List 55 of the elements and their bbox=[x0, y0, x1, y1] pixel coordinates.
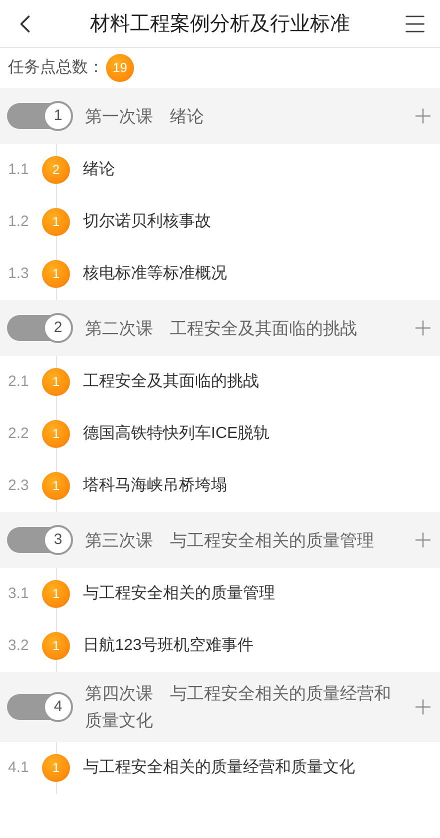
count-badge: 1 bbox=[42, 420, 70, 448]
count-badge: 1 bbox=[42, 632, 70, 660]
lesson-item[interactable]: 2.3 1 塔科马海峡吊桥垮塌 bbox=[0, 460, 440, 512]
count-badge: 2 bbox=[42, 156, 70, 184]
lesson-item[interactable]: 2.2 1 德国高铁特快列车ICE脱轨 bbox=[0, 408, 440, 460]
lesson-item[interactable]: 3.1 1 与工程安全相关的质量管理 bbox=[0, 568, 440, 620]
item-index: 3.1 bbox=[8, 584, 30, 604]
lesson-number: 1 bbox=[43, 101, 73, 131]
lesson-item[interactable]: 3.2 1 日航123号班机空难事件 bbox=[0, 620, 440, 672]
item-title: 绪论 bbox=[83, 160, 115, 180]
item-title: 与工程安全相关的质量管理 bbox=[83, 584, 275, 604]
count-badge: 1 bbox=[42, 754, 70, 782]
item-index: 1.3 bbox=[8, 264, 30, 284]
lesson-item[interactable]: 2.1 1 工程安全及其面临的挑战 bbox=[0, 356, 440, 408]
item-index: 1.2 bbox=[8, 212, 30, 232]
item-title: 塔科马海峡吊桥垮塌 bbox=[83, 476, 227, 496]
lesson-item[interactable]: 1.1 2 绪论 bbox=[0, 144, 440, 196]
count-badge: 1 bbox=[42, 472, 70, 500]
count-badge: 19 bbox=[106, 54, 134, 82]
task-total-label: 任务点总数： bbox=[8, 58, 104, 78]
item-title: 切尔诺贝利核事故 bbox=[83, 212, 211, 232]
item-index: 2.2 bbox=[8, 424, 30, 444]
item-index: 3.2 bbox=[8, 636, 30, 656]
lesson-header[interactable]: 4 第四次课 与工程安全相关的质量经营和质量文化 bbox=[0, 672, 440, 742]
item-index: 2.1 bbox=[8, 372, 30, 392]
lesson-toggle[interactable]: 2 bbox=[7, 315, 71, 341]
lesson-title: 第一次课 绪论 bbox=[85, 106, 205, 128]
count-badge: 1 bbox=[42, 208, 70, 236]
item-index: 2.3 bbox=[8, 476, 30, 496]
item-title: 核电标准等标准概况 bbox=[83, 264, 227, 284]
item-title: 德国高铁特快列车ICE脱轨 bbox=[83, 424, 270, 444]
item-index: 1.1 bbox=[8, 160, 30, 180]
lesson-header[interactable]: 1 第一次课 绪论 bbox=[0, 88, 440, 144]
lesson-number: 3 bbox=[43, 525, 73, 555]
page-title: 材料工程案例分析及行业标准 bbox=[89, 12, 351, 36]
lesson-number: 4 bbox=[43, 692, 73, 722]
lesson-item[interactable]: 1.3 1 核电标准等标准概况 bbox=[0, 248, 440, 300]
count-badge: 1 bbox=[42, 260, 70, 288]
lesson-item[interactable]: 4.1 1 与工程安全相关的质量经营和质量文化 bbox=[0, 742, 440, 794]
lesson-title: 第三次课 与工程安全相关的质量管理 bbox=[85, 530, 375, 552]
item-index: 4.1 bbox=[8, 758, 30, 778]
lesson-header[interactable]: 2 第二次课 工程安全及其面临的挑战 bbox=[0, 300, 440, 356]
lesson-toggle[interactable]: 1 bbox=[7, 103, 71, 129]
lesson-item[interactable]: 1.2 1 切尔诺贝利核事故 bbox=[0, 196, 440, 248]
lesson-header[interactable]: 3 第三次课 与工程安全相关的质量管理 bbox=[0, 512, 440, 568]
item-title: 工程安全及其面临的挑战 bbox=[83, 372, 259, 392]
lesson-toggle[interactable]: 3 bbox=[7, 527, 71, 553]
count-badge: 1 bbox=[42, 580, 70, 608]
lesson-title: 第二次课 工程安全及其面临的挑战 bbox=[85, 318, 358, 340]
item-title: 日航123号班机空难事件 bbox=[83, 636, 254, 656]
lesson-toggle[interactable]: 4 bbox=[7, 694, 71, 720]
lesson-number: 2 bbox=[43, 313, 73, 343]
count-badge: 1 bbox=[42, 368, 70, 396]
lesson-title: 第四次课 与工程安全相关的质量经营和质量文化 bbox=[85, 683, 392, 732]
item-title: 与工程安全相关的质量经营和质量文化 bbox=[83, 758, 355, 778]
